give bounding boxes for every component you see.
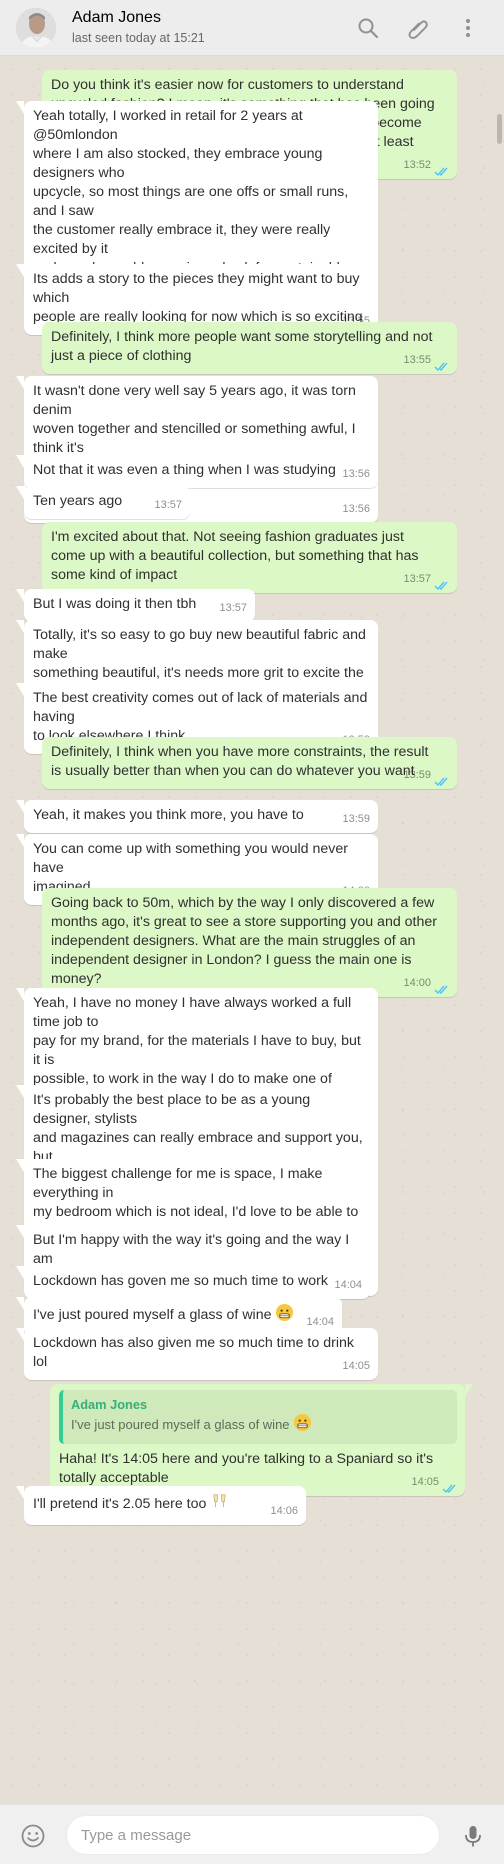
message-text: I'm excited about that. Not seeing fashi… [51, 529, 419, 583]
whatsapp-window: Adam Jones last seen today at 15:21 Do y… [0, 0, 504, 1864]
outgoing-message[interactable]: I'm excited about that. Not seeing fashi… [42, 522, 457, 593]
compose-bar [0, 1804, 504, 1864]
paperclip-icon[interactable] [406, 16, 430, 40]
contact-name[interactable]: Adam Jones [72, 9, 161, 27]
microphone-icon[interactable] [460, 1823, 486, 1849]
grimacing-face-emoji [275, 1303, 294, 1328]
last-seen-status: last seen today at 15:21 [72, 31, 205, 45]
menu-dots-icon[interactable] [456, 16, 480, 40]
message-text: I've just poured myself a glass of wine [33, 1303, 334, 1328]
message-timestamp: 13:57 [219, 602, 247, 614]
message-text: Going back to 50m, which by the way I on… [51, 895, 438, 987]
message-timestamp: 14:00 [403, 977, 431, 989]
search-icon[interactable] [356, 16, 380, 40]
message-text: Lockdown has also given me so much time … [33, 1335, 354, 1370]
read-receipt-icon [434, 578, 450, 591]
outgoing-message[interactable]: Going back to 50m, which by the way I on… [42, 888, 457, 997]
message-text: Definitely, I think more people want som… [51, 329, 433, 364]
read-receipt-icon [434, 982, 450, 995]
outgoing-message[interactable]: Definitely, I think when you have more c… [42, 737, 457, 789]
message-timestamp: 13:52 [403, 159, 431, 171]
message-text: I'll pretend it's 2.05 here too [33, 1492, 298, 1517]
message-text: Not that it was even a thing when I was … [33, 462, 336, 478]
read-receipt-icon [434, 164, 450, 177]
incoming-message[interactable]: I'll pretend it's 2.05 here too 14:06 [16, 1486, 306, 1525]
quoted-reply[interactable]: Adam Jones I've just poured myself a glas… [59, 1390, 457, 1444]
champagne-glasses-emoji [210, 1492, 229, 1517]
message-timestamp: 13:59 [342, 813, 370, 825]
quoted-text: I've just poured myself a glass of wine [71, 1413, 449, 1437]
chat-header: Adam Jones last seen today at 15:21 [0, 0, 504, 56]
message-text: Haha! It's 14:05 here and you're talking… [59, 1451, 434, 1486]
incoming-message[interactable]: Yeah, it makes you think more, you have … [16, 800, 378, 833]
message-input[interactable] [66, 1815, 440, 1855]
outgoing-message[interactable]: Definitely, I think more people want som… [42, 322, 457, 374]
quoted-sender-name: Adam Jones [71, 1397, 148, 1412]
incoming-message[interactable]: Lockdown has also given me so much time … [16, 1328, 378, 1380]
emoji-smiley-icon[interactable] [20, 1823, 46, 1849]
incoming-message[interactable]: Ten years ago 13:57 [16, 486, 190, 519]
incoming-message[interactable]: Lockdown has goven me so much time to wo… [16, 1266, 370, 1299]
incoming-message[interactable]: Not that it was even a thing when I was … [16, 455, 378, 488]
message-list[interactable]: Do you think it's easier now for custome… [0, 56, 504, 1804]
message-timestamp: 13:56 [342, 503, 370, 515]
message-text: Lockdown has goven me so much time to wo… [33, 1273, 328, 1289]
grimacing-face-emoji [293, 1413, 312, 1437]
message-timestamp: 14:06 [270, 1505, 298, 1517]
message-text: Definitely, I think when you have more c… [51, 744, 429, 779]
message-text: But I was doing it then tbh [33, 596, 197, 612]
read-receipt-icon [434, 359, 450, 372]
message-timestamp: 14:04 [334, 1279, 362, 1291]
message-timestamp: 13:59 [403, 769, 431, 781]
message-timestamp: 14:05 [411, 1476, 439, 1488]
message-timestamp: 13:55 [403, 354, 431, 366]
read-receipt-icon [434, 774, 450, 787]
incoming-message[interactable]: But I was doing it then tbh 13:57 [16, 589, 255, 622]
message-timestamp: 13:56 [342, 468, 370, 480]
read-receipt-icon [442, 1481, 458, 1494]
message-text: Yeah, it makes you think more, you have … [33, 807, 304, 823]
scrollbar[interactable] [497, 114, 502, 144]
outgoing-message[interactable]: Adam Jones I've just poured myself a glas… [50, 1384, 473, 1496]
message-timestamp: 14:05 [342, 1360, 370, 1372]
message-timestamp: 13:57 [154, 499, 182, 511]
message-timestamp: 13:57 [403, 573, 431, 585]
contact-avatar[interactable] [16, 8, 56, 48]
message-text: Its adds a story to the pieces they migh… [33, 271, 363, 325]
